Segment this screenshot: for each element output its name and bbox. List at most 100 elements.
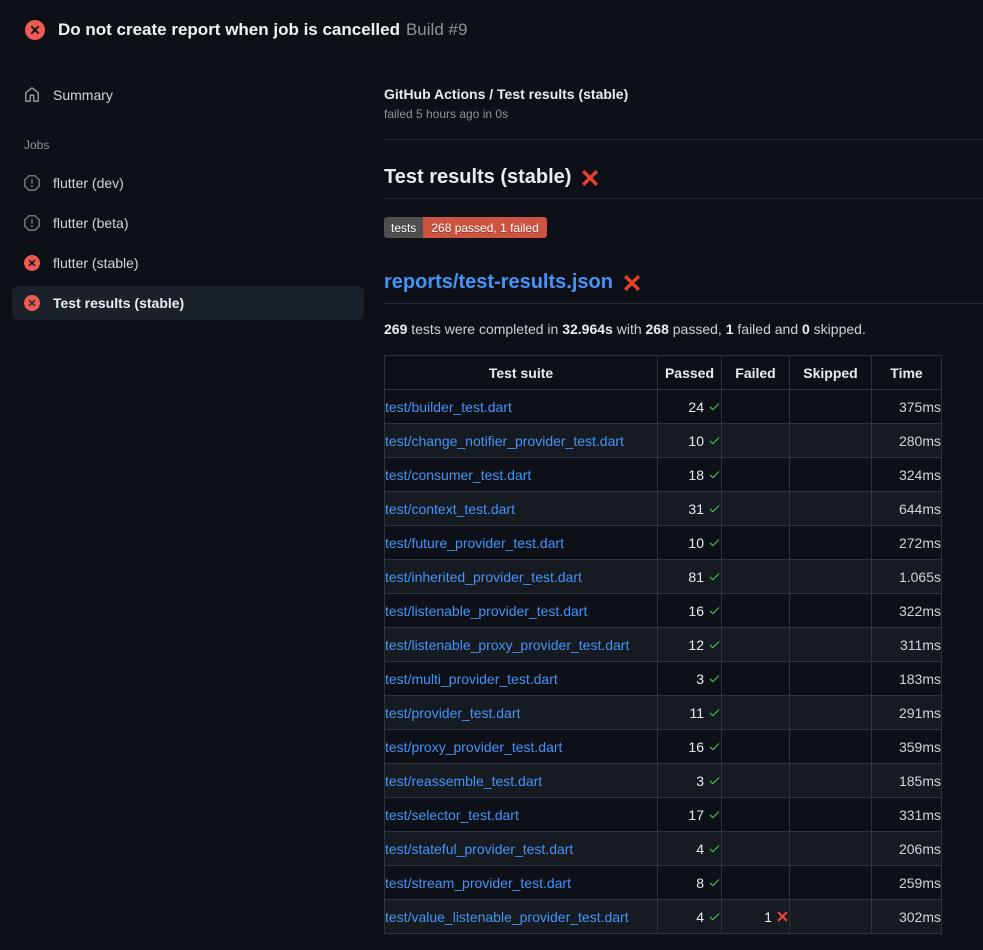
failed-count-cell — [722, 492, 790, 526]
test-suite-link[interactable]: test/provider_test.dart — [385, 705, 520, 721]
test-suite-link[interactable]: test/change_notifier_provider_test.dart — [385, 433, 624, 449]
badge-label: tests — [384, 217, 423, 238]
sidebar: Summary Jobs flutter (dev)flutter (beta)… — [0, 56, 376, 320]
check-icon — [708, 706, 721, 719]
column-passed: Passed — [658, 356, 722, 390]
time-cell: 183ms — [872, 662, 942, 696]
test-suite-link[interactable]: test/reassemble_test.dart — [385, 773, 542, 789]
time-cell: 280ms — [872, 424, 942, 458]
test-suite-link[interactable]: test/stateful_provider_test.dart — [385, 841, 573, 857]
run-header: Do not create report when job is cancell… — [0, 0, 983, 56]
time-cell: 644ms — [872, 492, 942, 526]
skipped-count-cell — [790, 458, 872, 492]
test-suite-link[interactable]: test/inherited_provider_test.dart — [385, 569, 582, 585]
sidebar-job-item[interactable]: Test results (stable) — [12, 286, 364, 320]
test-suite-link[interactable]: test/builder_test.dart — [385, 399, 512, 415]
test-suite-link[interactable]: test/consumer_test.dart — [385, 467, 531, 483]
divider — [384, 139, 983, 140]
passed-count-cell: 10 — [658, 424, 722, 458]
test-suite-link[interactable]: test/value_listenable_provider_test.dart — [385, 909, 629, 925]
tests-summary-line: 269 tests were completed in 32.964s with… — [384, 321, 983, 337]
failed-count-cell — [722, 662, 790, 696]
table-header-row: Test suite Passed Failed Skipped Time — [385, 356, 942, 390]
test-suite-link[interactable]: test/listenable_provider_test.dart — [385, 603, 587, 619]
summary-segment: passed, — [669, 321, 726, 337]
test-suite-link[interactable]: test/proxy_provider_test.dart — [385, 739, 562, 755]
test-suite-cell: test/selector_test.dart — [385, 798, 658, 832]
table-row: test/listenable_provider_test.dart16322m… — [385, 594, 942, 628]
summary-segment: 32.964s — [562, 321, 613, 337]
test-suite-link[interactable]: test/selector_test.dart — [385, 807, 519, 823]
jobs-list: flutter (dev) flutter (beta) flutter (stab… — [12, 166, 364, 320]
passed-count-cell: 31 — [658, 492, 722, 526]
test-suite-link[interactable]: test/listenable_proxy_provider_test.dart — [385, 637, 629, 653]
summary-segment: 0 — [802, 321, 810, 337]
passed-count-cell: 81 — [658, 560, 722, 594]
test-suite-cell: test/reassemble_test.dart — [385, 764, 658, 798]
table-row: test/reassemble_test.dart 3 185ms — [385, 764, 942, 798]
time-cell: 302ms — [872, 900, 942, 934]
test-suite-link[interactable]: test/multi_provider_test.dart — [385, 671, 558, 687]
test-suite-link[interactable]: test/future_provider_test.dart — [385, 535, 564, 551]
check-icon — [708, 502, 721, 515]
failed-count-cell — [722, 798, 790, 832]
column-failed: Failed — [722, 356, 790, 390]
passed-count-cell: 16 — [658, 594, 722, 628]
summary-segment: failed and — [734, 321, 803, 337]
table-row: test/context_test.dart 31 644ms — [385, 492, 942, 526]
cross-icon — [776, 910, 789, 923]
badge-value: 268 passed, 1 failed — [423, 217, 546, 238]
test-suite-cell: test/inherited_provider_test.dart — [385, 560, 658, 594]
report-file-link[interactable]: reports/test-results.json — [384, 271, 613, 294]
table-row: test/inherited_provider_test.dart811.065… — [385, 560, 942, 594]
skipped-count-cell — [790, 526, 872, 560]
check-icon — [708, 910, 721, 923]
sidebar-job-item[interactable]: flutter (stable) — [12, 246, 364, 280]
check-icon — [708, 774, 721, 787]
passed-count-cell: 3 — [658, 764, 722, 798]
passed-count-cell: 12 — [658, 628, 722, 662]
sidebar-job-item[interactable]: flutter (dev) — [12, 166, 364, 200]
main-content: GitHub Actions / Test results (stable) f… — [376, 56, 983, 934]
report-file-heading[interactable]: reports/test-results.json — [384, 271, 983, 304]
check-icon — [708, 672, 721, 685]
check-icon — [708, 638, 721, 651]
time-cell: 185ms — [872, 764, 942, 798]
test-suite-cell: test/consumer_test.dart — [385, 458, 658, 492]
failed-count-cell: 1 — [722, 900, 790, 934]
check-icon — [708, 434, 721, 447]
sidebar-job-label: flutter (stable) — [53, 255, 139, 271]
summary-segment: 269 — [384, 321, 407, 337]
test-results-table: Test suite Passed Failed Skipped Time te… — [384, 355, 942, 934]
skipped-count-cell — [790, 866, 872, 900]
skipped-count-cell — [790, 662, 872, 696]
section-title-text: Test results (stable) — [384, 166, 571, 189]
passed-count-cell: 10 — [658, 526, 722, 560]
section-title: Test results (stable) — [384, 166, 983, 199]
time-cell: 324ms — [872, 458, 942, 492]
table-row: test/change_notifier_provider_test.dart 1… — [385, 424, 942, 458]
stop-octagon-icon — [24, 175, 40, 191]
failed-x-icon — [581, 169, 599, 187]
test-suite-link[interactable]: test/context_test.dart — [385, 501, 515, 517]
failed-count-cell — [722, 594, 790, 628]
build-number: Build #9 — [406, 20, 467, 39]
time-cell: 311ms — [872, 628, 942, 662]
time-cell: 375ms — [872, 390, 942, 424]
breadcrumb: GitHub Actions / Test results (stable) — [384, 86, 983, 102]
table-row: test/provider_test.dart11291ms — [385, 696, 942, 730]
skipped-count-cell — [790, 764, 872, 798]
home-icon — [24, 87, 40, 103]
column-time: Time — [872, 356, 942, 390]
test-suite-link[interactable]: test/stream_provider_test.dart — [385, 875, 571, 891]
sidebar-item-summary[interactable]: Summary — [12, 78, 364, 112]
sidebar-job-item[interactable]: flutter (beta) — [12, 206, 364, 240]
passed-count-cell: 17 — [658, 798, 722, 832]
failed-count-cell — [722, 390, 790, 424]
test-suite-cell: test/stateful_provider_test.dart — [385, 832, 658, 866]
summary-segment: skipped. — [810, 321, 866, 337]
test-suite-cell: test/future_provider_test.dart — [385, 526, 658, 560]
sidebar-summary-label: Summary — [53, 87, 113, 103]
sidebar-job-label: flutter (dev) — [53, 175, 124, 191]
skipped-count-cell — [790, 390, 872, 424]
